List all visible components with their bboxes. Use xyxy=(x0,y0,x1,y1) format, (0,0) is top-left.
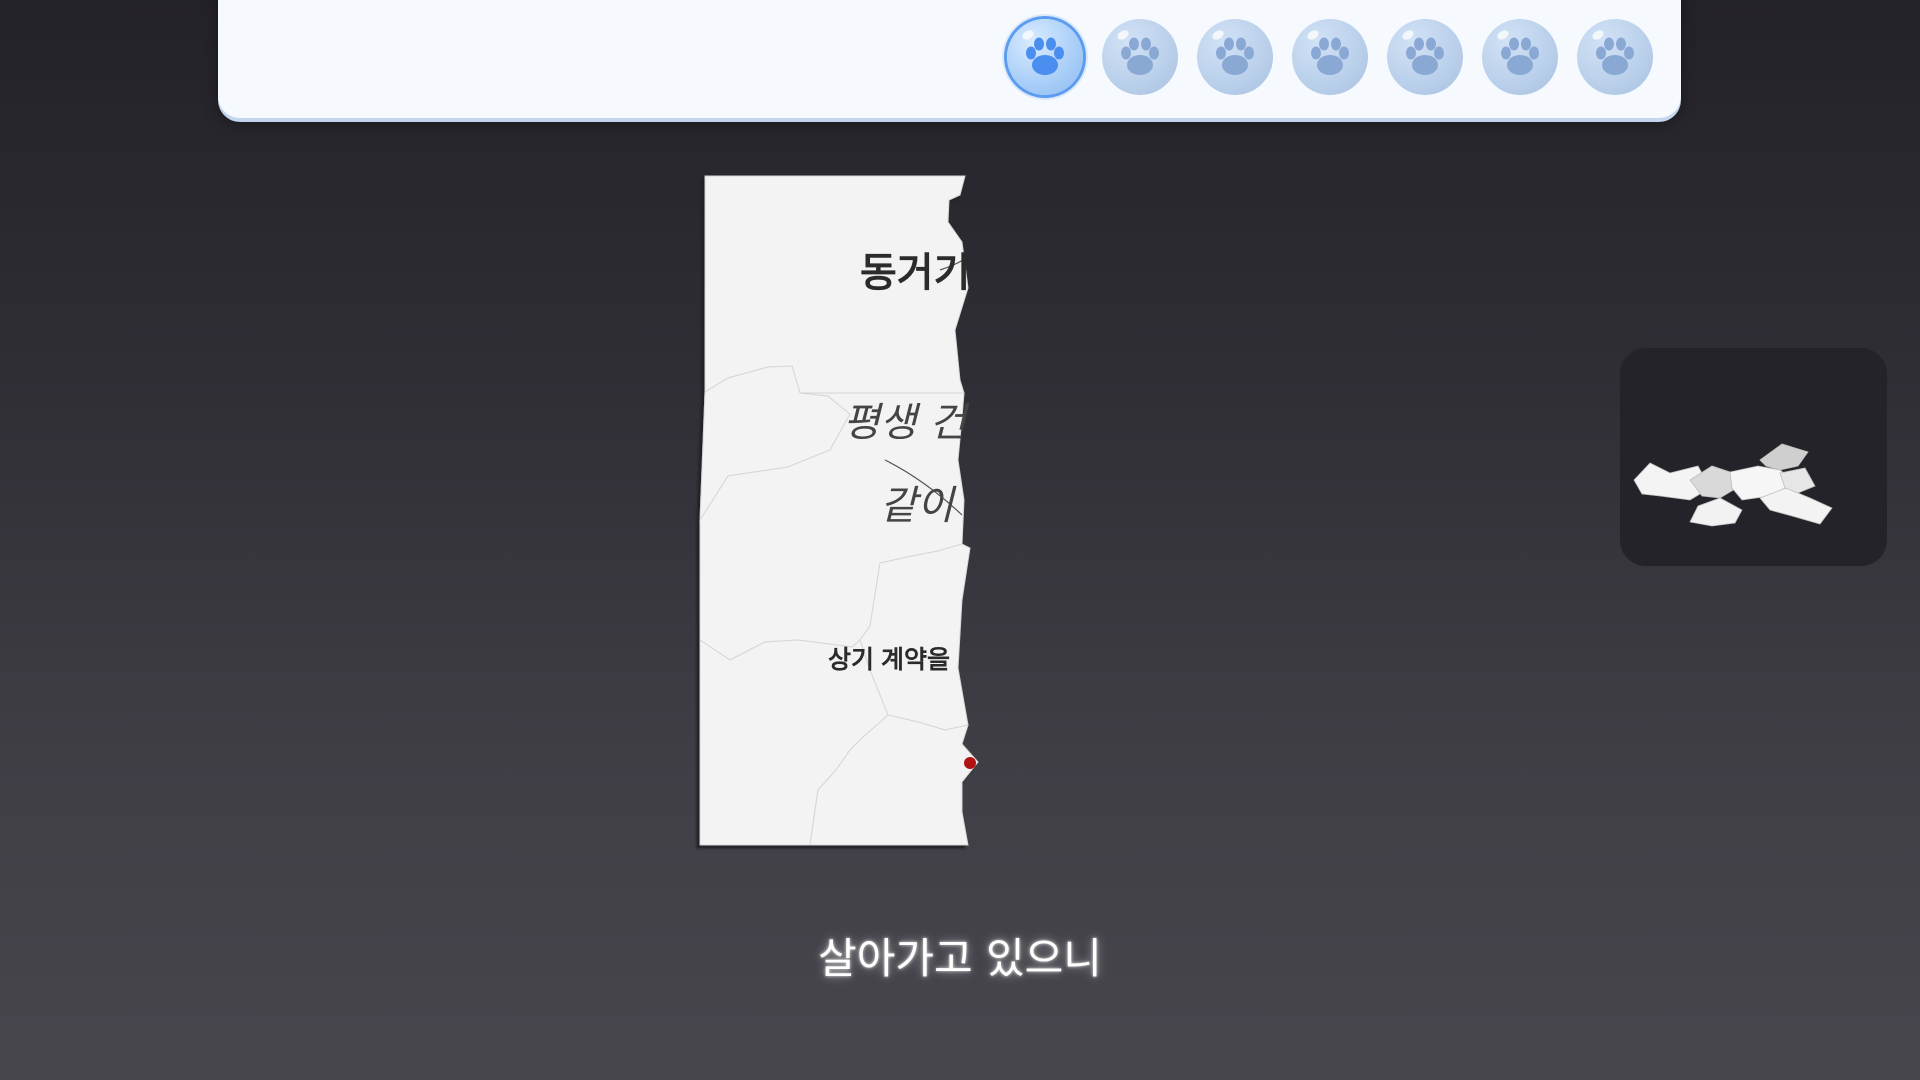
paper-title: 동거기 xyxy=(860,251,970,295)
paw-slot-3 xyxy=(1197,19,1273,95)
paw-slot-row xyxy=(1007,19,1653,95)
paper-text-layer: 동거기 평생 건 같이 상기 계약을 xyxy=(700,170,970,845)
paw-slot-5 xyxy=(1387,19,1463,95)
paper-line-2: 같이 xyxy=(880,483,954,529)
torn-paper-pieces-icon xyxy=(1633,443,1833,527)
paper-line-1: 평생 건 xyxy=(843,400,967,446)
subtitle-caption: 살아가고 있으니 xyxy=(818,934,1102,983)
progress-bar xyxy=(218,0,1681,118)
paw-slot-2 xyxy=(1102,19,1178,95)
torn-paper-puzzle[interactable]: 동거기 평생 건 같이 상기 계약을 xyxy=(699,170,990,846)
paper-line-3: 상기 계약을 xyxy=(828,646,950,674)
paw-slot-4 xyxy=(1292,19,1368,95)
paw-slot-1 xyxy=(1007,19,1083,95)
torn-paper-pieces-thumbnail[interactable] xyxy=(1620,348,1887,566)
paw-slot-6 xyxy=(1482,19,1558,95)
paw-slot-7 xyxy=(1577,19,1653,95)
